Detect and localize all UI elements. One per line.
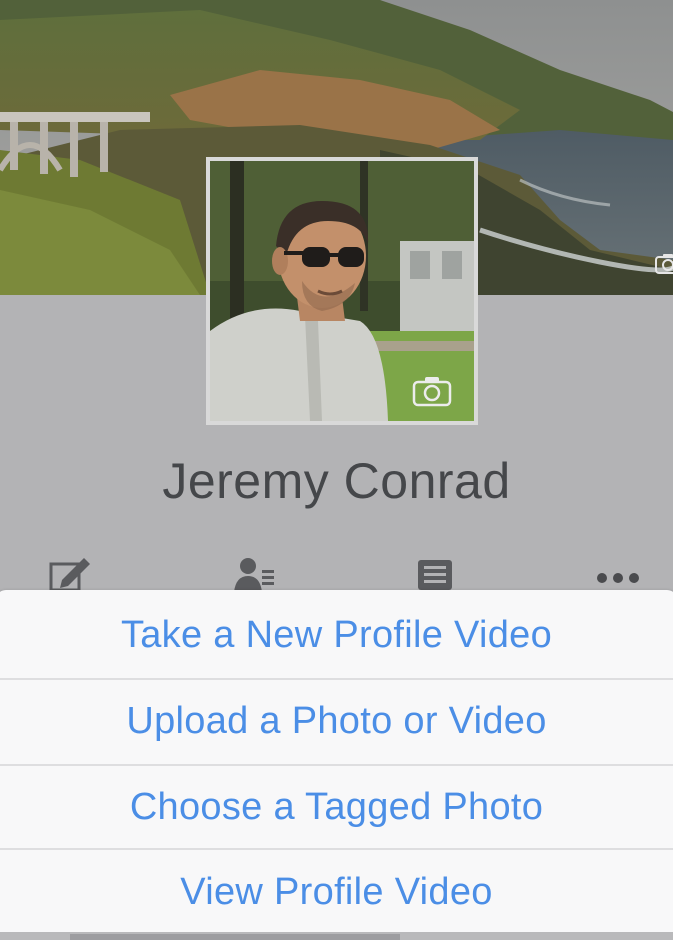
edit-icon[interactable] — [48, 556, 92, 592]
profile-name: Jeremy Conrad — [162, 453, 511, 509]
profile-picture[interactable] — [206, 157, 478, 425]
view-profile-video-button[interactable]: View Profile Video — [0, 849, 673, 935]
profile-camera-icon[interactable] — [412, 375, 452, 407]
profile-action-row — [0, 552, 673, 592]
profile-picture-action-sheet: Take a New Profile Video Upload a Photo … — [0, 590, 673, 940]
more-icon[interactable] — [596, 556, 640, 592]
choose-tagged-photo-button[interactable]: Choose a Tagged Photo — [0, 764, 673, 850]
cover-camera-icon[interactable] — [655, 252, 673, 274]
underlying-text-peek — [70, 934, 400, 940]
activity-log-icon[interactable] — [414, 556, 458, 592]
profile-screen: Jeremy Conrad Take a New Profile Video U… — [0, 0, 673, 940]
friends-icon[interactable] — [232, 556, 276, 592]
take-new-profile-video-button[interactable]: Take a New Profile Video — [0, 592, 673, 678]
upload-photo-or-video-button[interactable]: Upload a Photo or Video — [0, 678, 673, 764]
